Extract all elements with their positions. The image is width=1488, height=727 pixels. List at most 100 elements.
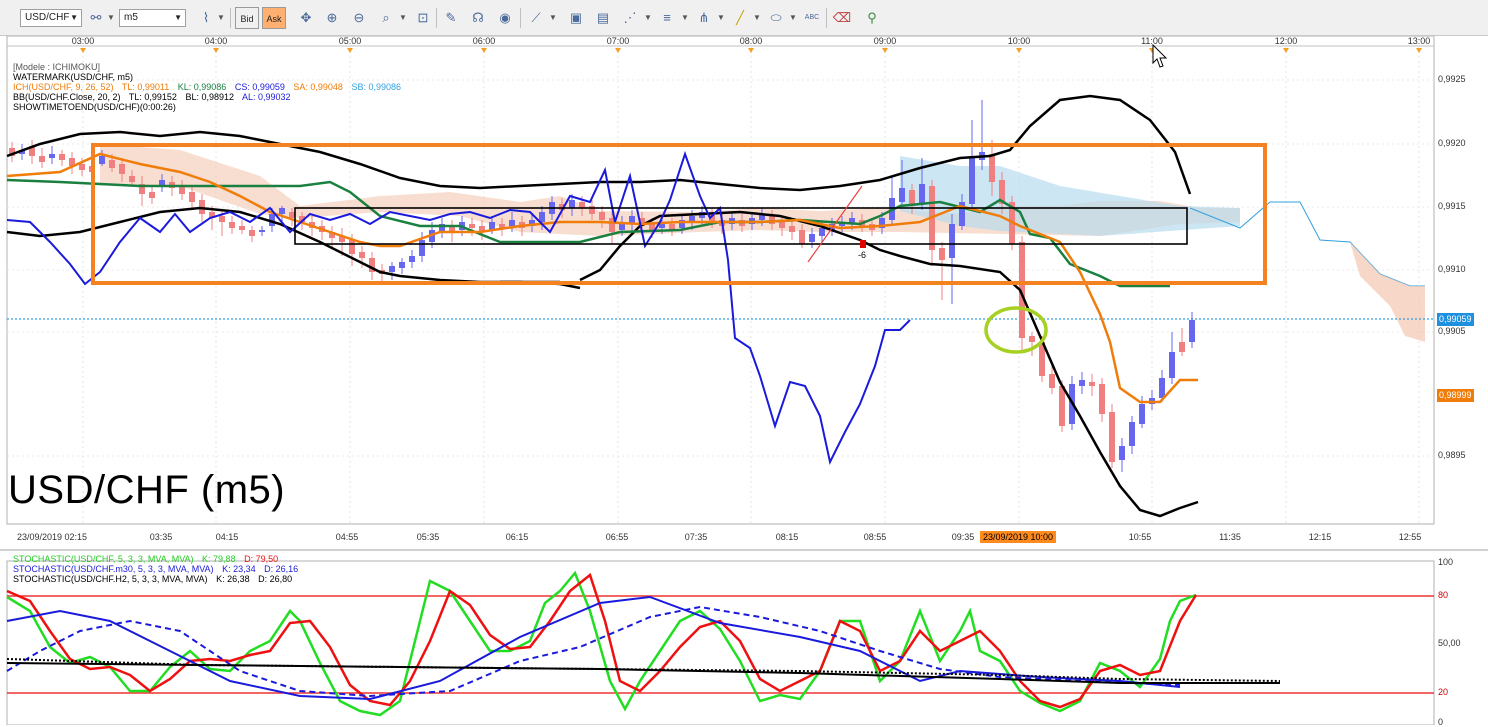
candle-body xyxy=(249,230,255,236)
legend-showtime: SHOWTIMETOEND(USD/CHF)(0:00:26) xyxy=(13,102,176,112)
stoch-level-label: 50,00 xyxy=(1438,638,1461,648)
crosshair-icon[interactable]: ✥ xyxy=(296,8,316,28)
stoch-legend-h2-d: D: 26,80 xyxy=(258,574,293,584)
top-time-label: 04:00 xyxy=(204,36,228,46)
legend-ichimoku: ICH(USD/CHF, 9, 26, 52) TL: 0,99011 KL: … xyxy=(13,82,407,92)
plot-area xyxy=(6,36,1435,525)
network-icon[interactable]: ⚲ xyxy=(862,8,882,28)
chevron-down-icon[interactable]: ▼ xyxy=(680,8,690,28)
top-time-label: 12:00 xyxy=(1274,36,1298,46)
chevron-down-icon[interactable]: ▼ xyxy=(398,8,408,28)
signal-marker-icon xyxy=(860,240,866,248)
chart-type-icon[interactable]: ⌇ xyxy=(196,8,216,28)
timeframe-value: m5 xyxy=(124,12,138,23)
stoch-legend-h2-name: STOCHASTIC(USD/CHF.H2, 5, 3, 3, MVA, MVA… xyxy=(13,574,208,584)
price-label: 0,9920 xyxy=(1438,138,1466,148)
bottom-time-label: 12:15 xyxy=(1308,532,1332,542)
lines-icon[interactable]: ≡ xyxy=(657,8,677,28)
stoch-legend-m30: STOCHASTIC(USD/CHF.m30, 5, 3, 3, MVA, MV… xyxy=(13,564,304,574)
screenshot-icon[interactable]: ▣ xyxy=(566,8,586,28)
candle-body xyxy=(779,222,785,228)
text-icon[interactable]: ABC xyxy=(802,8,822,28)
print-icon[interactable]: ▤ xyxy=(593,8,613,28)
chevron-down-icon[interactable]: ▼ xyxy=(106,8,116,28)
legend-watermark: WATERMARK(USD/CHF, m5) xyxy=(13,72,133,82)
chevron-down-icon[interactable]: ▼ xyxy=(716,8,726,28)
zoom-out-icon[interactable]: ⊖ xyxy=(349,8,369,28)
bottom-time-label: 12:55 xyxy=(1398,532,1422,542)
timeframe-select[interactable]: m5 ▼ xyxy=(119,9,186,27)
bottom-time-label: 11:35 xyxy=(1219,532,1241,542)
bid-button[interactable]: Bid xyxy=(235,7,259,29)
ask-button[interactable]: Ask xyxy=(262,7,286,29)
price-label: 0,9905 xyxy=(1438,326,1466,336)
candle-body xyxy=(129,176,135,182)
top-time-label: 06:00 xyxy=(472,36,496,46)
legend-ich-sa: SA: 0,99048 xyxy=(293,82,343,92)
candle-body xyxy=(279,208,285,214)
ruler-icon[interactable]: ⟋ xyxy=(526,8,546,28)
bottom-time-label: 23/09/2019 02:15 xyxy=(16,532,88,542)
stochastic-panel[interactable]: STOCHASTIC(USD/CHF, 5, 3, 3, MVA, MVA) K… xyxy=(0,549,1488,727)
chevron-down-icon[interactable]: ▼ xyxy=(548,8,558,28)
cursor-time-tag: 23/09/2019 10:00 xyxy=(980,531,1057,543)
bottom-time-label: 08:55 xyxy=(863,532,887,542)
chevron-down-icon[interactable]: ▼ xyxy=(216,8,226,28)
draw-icon[interactable]: ☊ xyxy=(468,8,488,28)
fibonacci-icon[interactable]: ⋰ xyxy=(620,8,640,28)
bottom-time-label: 08:15 xyxy=(775,532,799,542)
legend-bb-bl: BL: 0,98912 xyxy=(185,92,234,102)
legend-bb-al: AL: 0,99032 xyxy=(242,92,291,102)
candle-body xyxy=(1089,382,1095,386)
main-chart-panel[interactable]: -6 [Modele : ICHIMOKU] WATERMARK(USD/CHF… xyxy=(0,36,1488,545)
candle-body xyxy=(59,154,65,160)
bb-price-tag: 0,98999 xyxy=(1437,389,1474,402)
stoch-legend-m30-k: K: 23,34 xyxy=(222,564,256,574)
legend-bollinger: BB(USD/CHF.Close, 20, 2) TL: 0,99152 BL:… xyxy=(13,92,297,102)
candle-body xyxy=(649,224,655,230)
bottom-time-label: 06:15 xyxy=(505,532,529,542)
candle-body xyxy=(919,184,925,204)
candle-body xyxy=(239,226,245,230)
candle-body xyxy=(219,216,225,222)
symbol-select[interactable]: USD/CHF ▼ xyxy=(20,9,82,27)
candle-body xyxy=(949,224,955,258)
stoch-level-label: 0 xyxy=(1438,717,1444,727)
trendline-icon[interactable]: ╱ xyxy=(730,8,750,28)
top-time-label: 08:00 xyxy=(739,36,763,46)
link-icon[interactable]: ⚯ xyxy=(86,8,106,28)
pitchfork-icon[interactable]: ⋔ xyxy=(694,8,714,28)
chevron-down-icon[interactable]: ▼ xyxy=(752,8,762,28)
bottom-time-label: 05:35 xyxy=(416,532,440,542)
chevron-down-icon[interactable]: ▼ xyxy=(788,8,798,28)
chevron-down-icon[interactable]: ▼ xyxy=(643,8,653,28)
top-time-label: 13:00 xyxy=(1407,36,1431,46)
bottom-time-label: 10:55 xyxy=(1128,532,1152,542)
top-time-label: 03:00 xyxy=(71,36,95,46)
price-label: 0,9925 xyxy=(1438,74,1466,84)
candle-body xyxy=(969,158,975,204)
candle-body xyxy=(809,234,815,242)
stoch-level-label: 20 xyxy=(1438,687,1449,697)
candle-body xyxy=(1169,352,1175,378)
candle-body xyxy=(419,240,425,256)
zoom-fit-icon[interactable]: ⌕ xyxy=(376,8,396,28)
ellipse-icon[interactable]: ⬭ xyxy=(766,8,786,28)
candle-body xyxy=(389,266,395,272)
stoch-legend-m5-name: STOCHASTIC(USD/CHF, 5, 3, 3, MVA, MVA) xyxy=(13,554,194,564)
mouse-pointer-icon xyxy=(1152,44,1168,68)
zoom-select-icon[interactable]: ⊡ xyxy=(413,8,433,28)
candle-body xyxy=(1189,320,1195,342)
candle-body xyxy=(109,160,115,168)
indicators-icon[interactable]: ✎ xyxy=(441,8,461,28)
zoom-in-icon[interactable]: ⊕ xyxy=(322,8,342,28)
eraser-icon[interactable]: ⌫ xyxy=(832,8,852,28)
globe-icon[interactable]: ◉ xyxy=(495,8,515,28)
bottom-time-label: 03:35 xyxy=(149,532,173,542)
symbol-value: USD/CHF xyxy=(25,12,70,23)
candle-body xyxy=(259,230,265,232)
legend-ich-name: ICH(USD/CHF, 9, 26, 52) xyxy=(13,82,114,92)
candle-body xyxy=(1139,404,1145,424)
bottom-time-label: 04:15 xyxy=(215,532,239,542)
candle-body xyxy=(399,262,405,268)
